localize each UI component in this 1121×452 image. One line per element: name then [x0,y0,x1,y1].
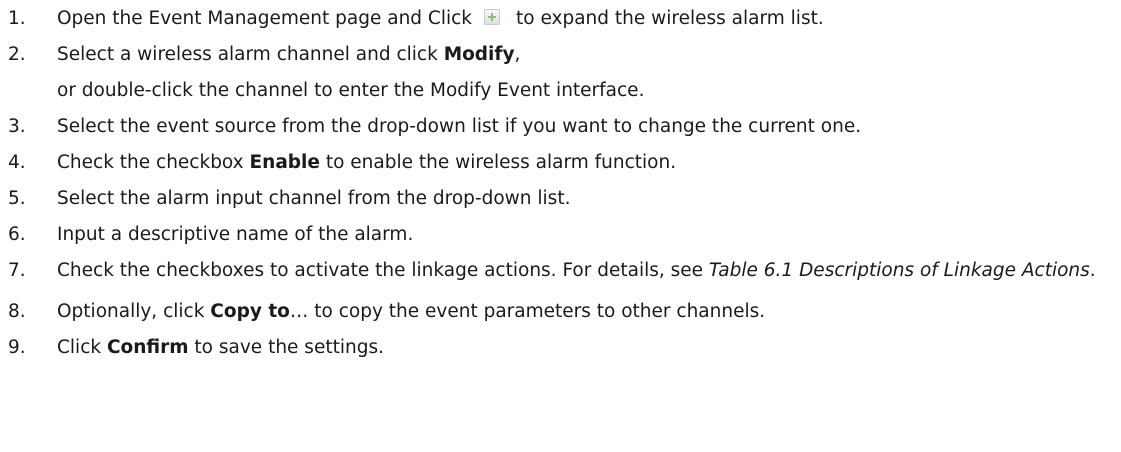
steps-list: 1. Open the Event Management page and Cl… [8,5,1108,370]
step-6: 6. Input a descriptive name of the alarm… [8,221,1108,248]
step-number: 9. [8,337,26,358]
enable-label: Enable [249,152,320,173]
step-number: 5. [8,188,26,209]
step-2: 2. Select a wireless alarm channel and c… [8,41,1108,104]
step-number: 3. [8,116,26,137]
table-reference: Table 6.1 Descriptions of Linkage Action… [708,260,1090,281]
step-4: 4. Check the checkbox Enable to enable t… [8,149,1108,176]
step-text: Check the checkbox [57,152,250,173]
step-number: 4. [8,152,26,173]
step-number: 7. [8,260,26,281]
step-5: 5. Select the alarm input channel from t… [8,185,1108,212]
copy-to-label: Copy to [210,301,290,322]
step-text: Optionally, click [57,301,211,322]
plus-icon [484,9,501,25]
step-text: or double-click the channel to enter the… [57,80,645,101]
step-text: Input a descriptive name of the alarm. [57,224,414,245]
step-9: 9. Click Confirm to save the settings. [8,334,1108,361]
step-number: 1. [8,8,26,29]
step-text: Check the checkboxes to activate the lin… [57,260,709,281]
step-8: 8. Optionally, click Copy to… to copy th… [8,298,1108,325]
modify-label: Modify [443,44,515,65]
step-number: 8. [8,301,26,322]
step-text: Select the event source from the drop-do… [57,116,862,137]
step-3: 3. Select the event source from the drop… [8,113,1108,140]
step-text: Select a wireless alarm channel and clic… [57,44,444,65]
step-text: Select the alarm input channel from the … [57,188,571,209]
confirm-label: Confirm [106,337,189,358]
step-text: to expand the wireless alarm list. [516,8,824,29]
step-number: 2. [8,44,26,65]
step-text: Open the Event Management page and Click [57,8,473,29]
step-1: 1. Open the Event Management page and Cl… [8,5,1108,32]
step-number: 6. [8,224,26,245]
step-7: 7. Check the checkboxes to activate the … [8,257,1108,289]
step-text: Click [57,337,107,358]
